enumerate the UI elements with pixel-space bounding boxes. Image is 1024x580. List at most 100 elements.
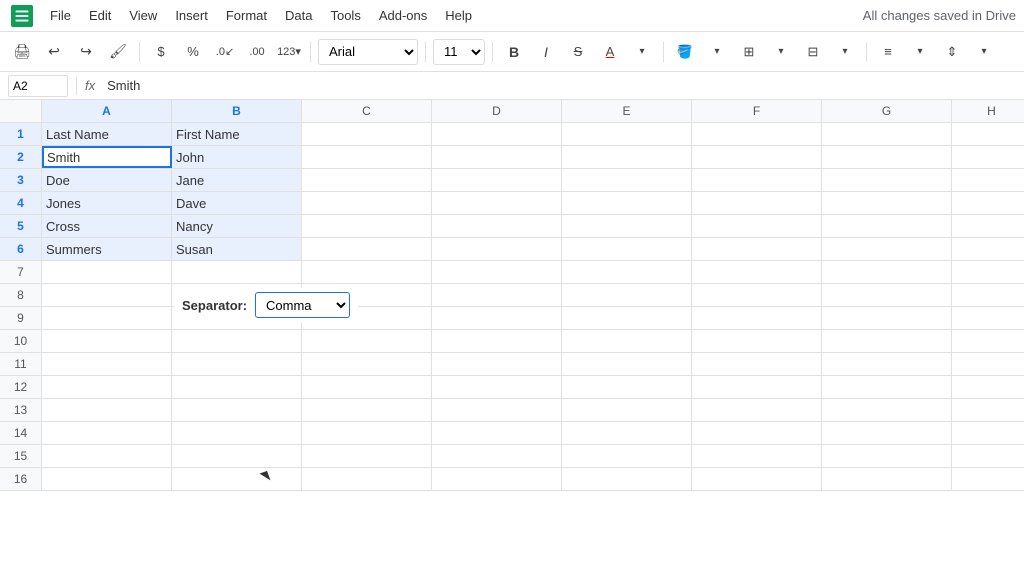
cell-f4[interactable] <box>692 192 822 214</box>
row-num-5[interactable]: 5 <box>0 215 42 237</box>
col-header-a[interactable]: A <box>42 100 172 122</box>
cell-g7[interactable] <box>822 261 952 283</box>
cell-reference-box[interactable]: A2 <box>8 75 68 97</box>
cell-c5[interactable] <box>302 215 432 237</box>
cell-b3[interactable]: Jane <box>172 169 302 191</box>
cell-g9[interactable] <box>822 307 952 329</box>
row-num-4[interactable]: 4 <box>0 192 42 214</box>
valign-arrow[interactable]: ▾ <box>970 38 998 66</box>
cell-f6[interactable] <box>692 238 822 260</box>
cell-h3[interactable] <box>952 169 1024 191</box>
col-header-f[interactable]: F <box>692 100 822 122</box>
cell-e14[interactable] <box>562 422 692 444</box>
row-num-3[interactable]: 3 <box>0 169 42 191</box>
cell-d13[interactable] <box>432 399 562 421</box>
cell-e10[interactable] <box>562 330 692 352</box>
cell-c14[interactable] <box>302 422 432 444</box>
currency-button[interactable]: $ <box>147 38 175 66</box>
cell-b10[interactable] <box>172 330 302 352</box>
cell-e6[interactable] <box>562 238 692 260</box>
cell-g4[interactable] <box>822 192 952 214</box>
cell-e9[interactable] <box>562 307 692 329</box>
cell-a6[interactable]: Summers <box>42 238 172 260</box>
menu-addons[interactable]: Add-ons <box>371 4 435 27</box>
percent-button[interactable]: % <box>179 38 207 66</box>
cell-c11[interactable] <box>302 353 432 375</box>
cell-b4[interactable]: Dave <box>172 192 302 214</box>
decimal-decrease-button[interactable]: .0↙ <box>211 38 239 66</box>
cell-e3[interactable] <box>562 169 692 191</box>
cell-c10[interactable] <box>302 330 432 352</box>
font-color-arrow[interactable]: ▾ <box>628 38 656 66</box>
cell-d5[interactable] <box>432 215 562 237</box>
cell-b2[interactable]: John <box>172 146 302 168</box>
row-num-11[interactable]: 11 <box>0 353 42 375</box>
cell-d7[interactable] <box>432 261 562 283</box>
menu-view[interactable]: View <box>121 4 165 27</box>
row-num-7[interactable]: 7 <box>0 261 42 283</box>
cell-e5[interactable] <box>562 215 692 237</box>
col-header-d[interactable]: D <box>432 100 562 122</box>
cell-h7[interactable] <box>952 261 1024 283</box>
cell-b14[interactable] <box>172 422 302 444</box>
menu-insert[interactable]: Insert <box>167 4 216 27</box>
font-size-select[interactable]: 11 <box>433 39 485 65</box>
cell-b11[interactable] <box>172 353 302 375</box>
merge-button[interactable]: ⊟ <box>799 38 827 66</box>
row-num-14[interactable]: 14 <box>0 422 42 444</box>
menu-tools[interactable]: Tools <box>322 4 368 27</box>
cell-c1[interactable] <box>302 123 432 145</box>
paint-format-button[interactable]: 🖌 <box>104 38 132 66</box>
cell-f11[interactable] <box>692 353 822 375</box>
cell-f8[interactable] <box>692 284 822 306</box>
cell-b1[interactable]: First Name <box>172 123 302 145</box>
cell-f7[interactable] <box>692 261 822 283</box>
cell-f15[interactable] <box>692 445 822 467</box>
cell-g3[interactable] <box>822 169 952 191</box>
cell-h16[interactable] <box>952 468 1024 490</box>
cell-h2[interactable] <box>952 146 1024 168</box>
cell-e13[interactable] <box>562 399 692 421</box>
cell-a8[interactable] <box>42 284 172 306</box>
cell-a4[interactable]: Jones <box>42 192 172 214</box>
row-num-9[interactable]: 9 <box>0 307 42 329</box>
cell-d1[interactable] <box>432 123 562 145</box>
undo-button[interactable]: ↩ <box>40 38 68 66</box>
bold-button[interactable]: B <box>500 38 528 66</box>
cell-a1[interactable]: Last Name <box>42 123 172 145</box>
cell-h12[interactable] <box>952 376 1024 398</box>
cell-b5[interactable]: Nancy <box>172 215 302 237</box>
font-color-button[interactable]: A <box>596 38 624 66</box>
cell-a16[interactable] <box>42 468 172 490</box>
cell-d15[interactable] <box>432 445 562 467</box>
col-header-c[interactable]: C <box>302 100 432 122</box>
cell-g6[interactable] <box>822 238 952 260</box>
cell-e8[interactable] <box>562 284 692 306</box>
cell-d6[interactable] <box>432 238 562 260</box>
row-num-13[interactable]: 13 <box>0 399 42 421</box>
valign-button[interactable]: ⇕ <box>938 38 966 66</box>
cell-g8[interactable] <box>822 284 952 306</box>
cell-f9[interactable] <box>692 307 822 329</box>
separator-select[interactable]: Comma Tab Space Semicolon Custom <box>255 292 350 318</box>
col-header-e[interactable]: E <box>562 100 692 122</box>
fill-color-button[interactable]: 🪣 <box>671 38 699 66</box>
strikethrough-button[interactable]: S <box>564 38 592 66</box>
cell-a2[interactable]: Smith <box>42 146 172 168</box>
cell-e15[interactable] <box>562 445 692 467</box>
cell-e16[interactable] <box>562 468 692 490</box>
cell-h11[interactable] <box>952 353 1024 375</box>
cell-f2[interactable] <box>692 146 822 168</box>
cell-c6[interactable] <box>302 238 432 260</box>
cell-e1[interactable] <box>562 123 692 145</box>
cell-d2[interactable] <box>432 146 562 168</box>
print-button[interactable]: 🖨 <box>8 38 36 66</box>
cell-h1[interactable] <box>952 123 1024 145</box>
cell-b6[interactable]: Susan <box>172 238 302 260</box>
cell-d12[interactable] <box>432 376 562 398</box>
fill-color-arrow[interactable]: ▾ <box>703 38 731 66</box>
cell-c12[interactable] <box>302 376 432 398</box>
cell-c4[interactable] <box>302 192 432 214</box>
menu-format[interactable]: Format <box>218 4 275 27</box>
cell-f16[interactable] <box>692 468 822 490</box>
